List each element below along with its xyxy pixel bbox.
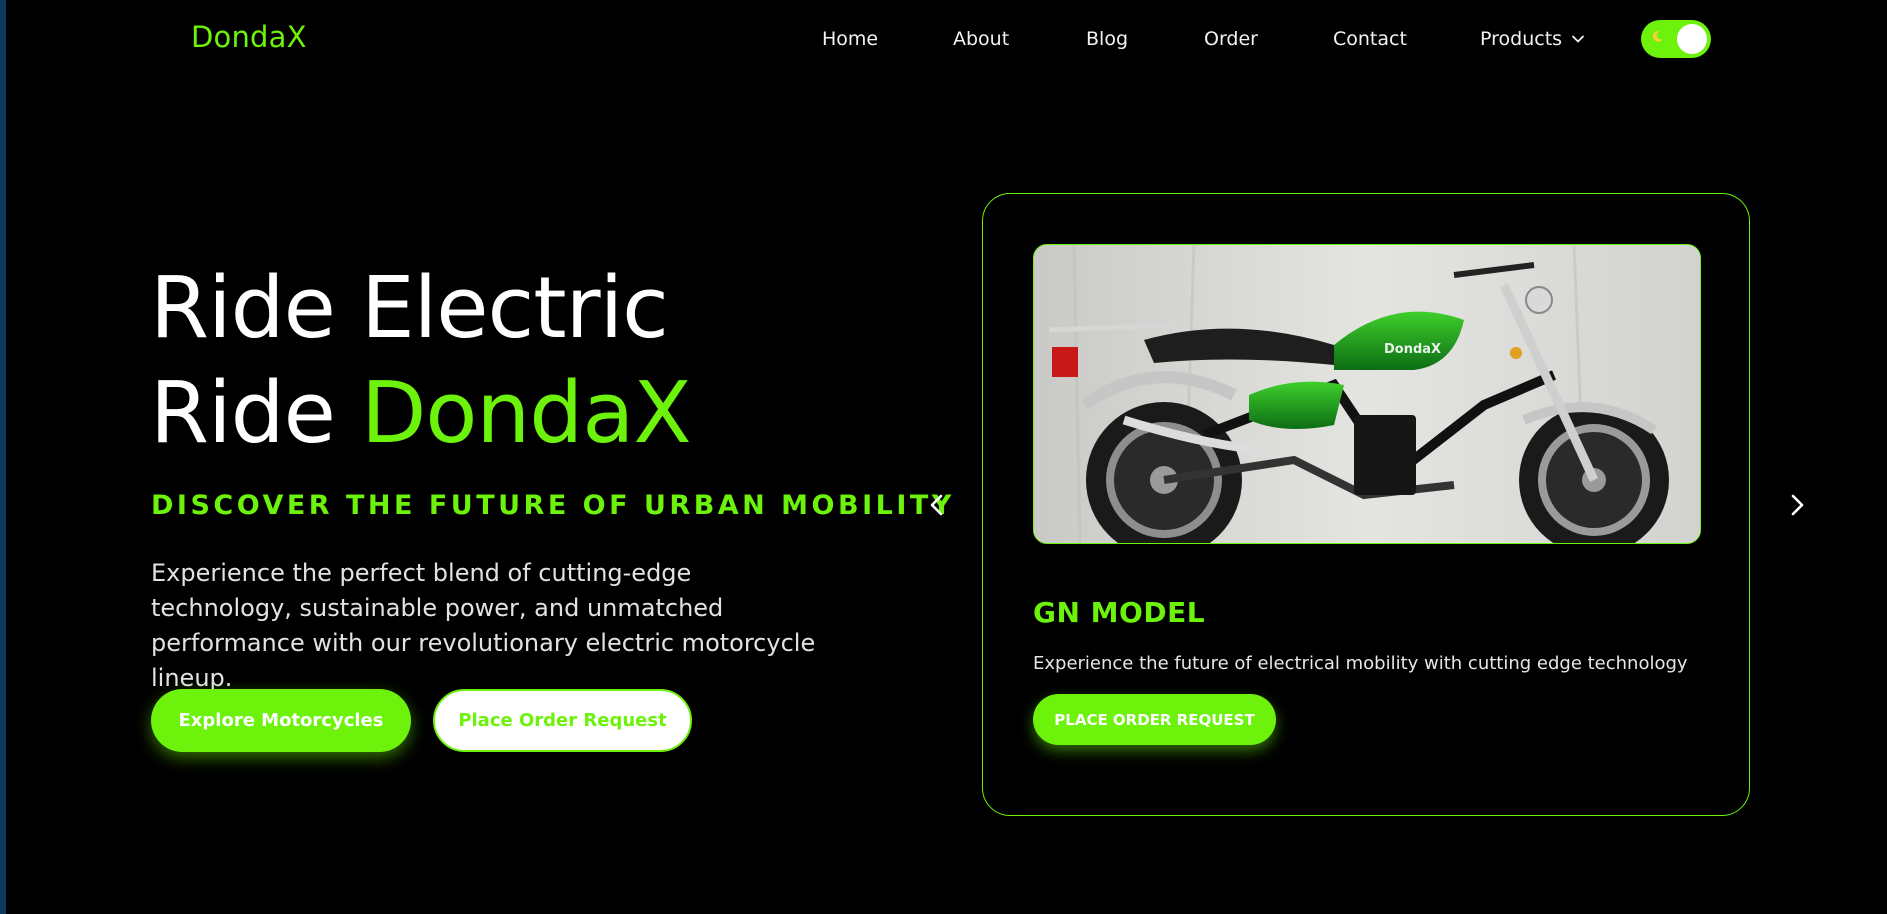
- nav-about[interactable]: About: [953, 28, 1009, 50]
- card-place-order-button[interactable]: PLACE ORDER REQUEST: [1033, 694, 1276, 745]
- svg-text:DondaX: DondaX: [1384, 342, 1441, 357]
- window-edge: [0, 0, 6, 914]
- product-model-title: GN MODEL: [1033, 596, 1206, 629]
- hero-title-brand: DondaX: [360, 364, 692, 463]
- nav-products-label: Products: [1480, 28, 1563, 50]
- chevron-down-icon: [1572, 35, 1584, 43]
- moon-icon: [1652, 30, 1663, 42]
- explore-motorcycles-button[interactable]: Explore Motorcycles: [151, 689, 411, 752]
- nav-blog[interactable]: Blog: [1086, 28, 1128, 50]
- motorcycle-illustration: DondaX: [1034, 245, 1700, 543]
- hero-title: Ride Electric Ride DondaX: [150, 256, 692, 466]
- chevron-left-icon[interactable]: [922, 490, 952, 520]
- place-order-request-button[interactable]: Place Order Request: [433, 689, 692, 752]
- product-description: Experience the future of electrical mobi…: [1033, 653, 1688, 674]
- hero-title-line2-prefix: Ride: [150, 364, 361, 463]
- top-nav: DondaX Home About Blog Order Contact Pro…: [0, 0, 1887, 80]
- hero-kicker: DISCOVER THE FUTURE OF URBAN MOBILITY: [151, 490, 955, 521]
- hero-description: Experience the perfect blend of cutting-…: [151, 559, 816, 692]
- nav-order[interactable]: Order: [1204, 28, 1258, 50]
- nav-products-dropdown[interactable]: Products: [1480, 28, 1585, 50]
- motorcycle-image: DondaX: [1033, 244, 1701, 544]
- nav-contact[interactable]: Contact: [1333, 28, 1407, 50]
- product-card: DondaX GN MODEL Experience the future of…: [982, 193, 1750, 816]
- hero-title-line1: Ride Electric: [150, 259, 669, 358]
- theme-toggle[interactable]: [1641, 20, 1711, 58]
- chevron-right-icon[interactable]: [1782, 490, 1812, 520]
- nav-home[interactable]: Home: [822, 28, 878, 50]
- nav-links: Home About Blog Order Contact Products: [0, 28, 1887, 52]
- toggle-knob: [1677, 24, 1707, 54]
